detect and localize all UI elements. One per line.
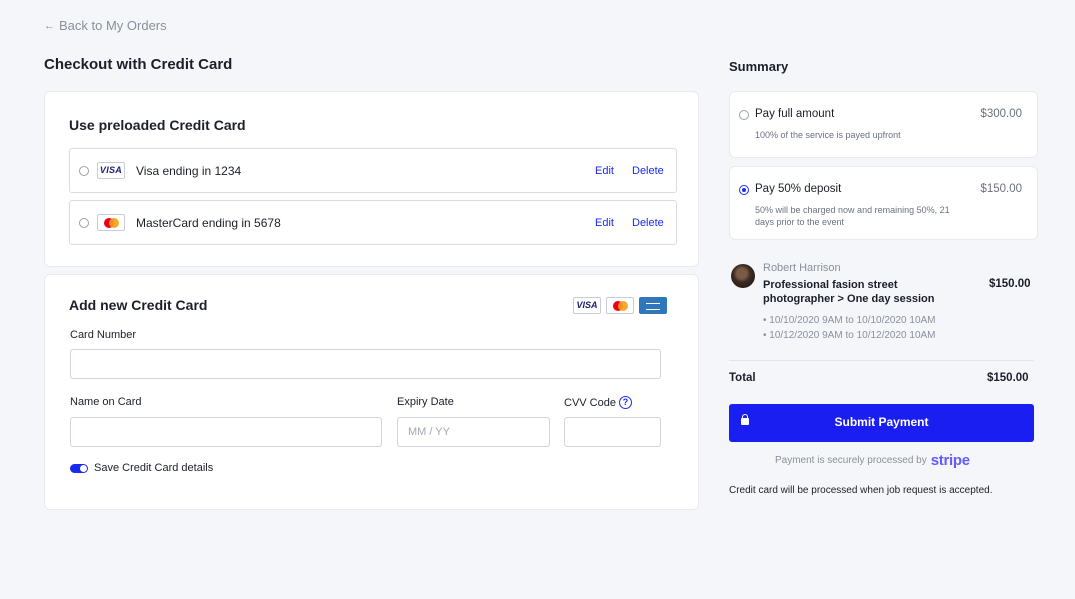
session-date: 10/12/2020 9AM to 10/12/2020 10AM [763,328,935,343]
page-title: Checkout with Credit Card [44,56,233,73]
save-card-row: Save Credit Card details [70,462,213,474]
total-value: $150.00 [987,372,1029,384]
card-number-label: Card Number [70,329,137,341]
mastercard-icon [97,214,125,231]
option-description: 50% will be charged now and remaining 50… [755,205,950,227]
total-label: Total [729,372,756,384]
stripe-logo: stripe [930,452,970,469]
saved-card-visa[interactable]: VISA Visa ending in 1234 Edit Delete [69,148,677,193]
delete-card-button[interactable]: Delete [632,217,664,229]
save-card-label: Save Credit Card details [94,462,214,474]
delete-card-button[interactable]: Delete [632,165,664,177]
accepted-brands: VISA [573,297,667,314]
secure-processing-note: Payment is securely processed by stripe [775,452,970,469]
mastercard-icon [606,297,634,314]
new-card-title: Add new Credit Card [69,297,208,313]
service-title: Professional fasion street photographer … [763,279,935,305]
saved-card-radio[interactable] [79,166,89,176]
processing-note: Credit card will be processed when job r… [729,485,993,496]
help-icon[interactable]: ? [618,396,632,409]
edit-card-button[interactable]: Edit [595,217,614,229]
card-number-input[interactable] [70,349,661,379]
back-arrow-icon: ← [44,19,55,32]
save-card-toggle[interactable] [70,463,88,473]
amex-icon [639,297,667,314]
visa-icon: VISA [573,297,601,314]
back-to-orders-link[interactable]: ← Back to My Orders [44,18,167,33]
pay-deposit-option[interactable]: Pay 50% deposit $150.00 50% will be char… [729,166,1038,240]
saved-card-radio[interactable] [79,218,89,228]
cvv-label-row: CVV Code ? [564,396,632,409]
saved-card-label: Visa ending in 1234 [136,164,242,178]
secure-text: Payment is securely processed by [775,455,927,466]
seller-name: Robert Harrison [763,262,841,274]
submit-payment-button[interactable]: Submit Payment [729,404,1034,442]
expiry-date-input[interactable] [397,417,550,447]
visa-icon: VISA [97,162,125,179]
name-on-card-input[interactable] [70,417,382,447]
preloaded-cards-panel: Use preloaded Credit Card VISA Visa endi… [44,91,699,267]
session-dates: 10/10/2020 9AM to 10/10/2020 10AM 10/12/… [763,313,935,343]
cvv-label: CVV Code [564,396,616,409]
option-description: 100% of the service is payed upfront [755,130,901,140]
new-card-panel: Add new Credit Card VISA Card Number Nam… [44,274,699,510]
pay-full-radio[interactable] [739,110,749,120]
saved-card-mastercard[interactable]: MasterCard ending in 5678 Edit Delete [69,200,677,245]
cvv-input[interactable] [564,417,661,447]
avatar [731,264,755,288]
service-price: $150.00 [989,278,1031,290]
saved-card-label: MasterCard ending in 5678 [136,216,281,230]
pay-full-option[interactable]: Pay full amount $300.00 100% of the serv… [729,91,1038,158]
back-link-label: Back to My Orders [59,18,167,33]
option-title: Pay full amount [755,108,835,120]
session-date: 10/10/2020 9AM to 10/10/2020 10AM [763,313,935,328]
edit-card-button[interactable]: Edit [595,165,614,177]
pay-deposit-radio[interactable] [739,185,749,195]
option-price: $150.00 [980,183,1022,195]
expiry-date-label: Expiry Date [397,396,454,408]
option-title: Pay 50% deposit [755,183,842,195]
submit-label: Submit Payment [834,415,929,429]
option-price: $300.00 [980,108,1022,120]
summary-divider [729,360,1034,361]
summary-title: Summary [729,59,789,74]
name-on-card-label: Name on Card [70,396,142,408]
preloaded-cards-title: Use preloaded Credit Card [69,117,246,133]
